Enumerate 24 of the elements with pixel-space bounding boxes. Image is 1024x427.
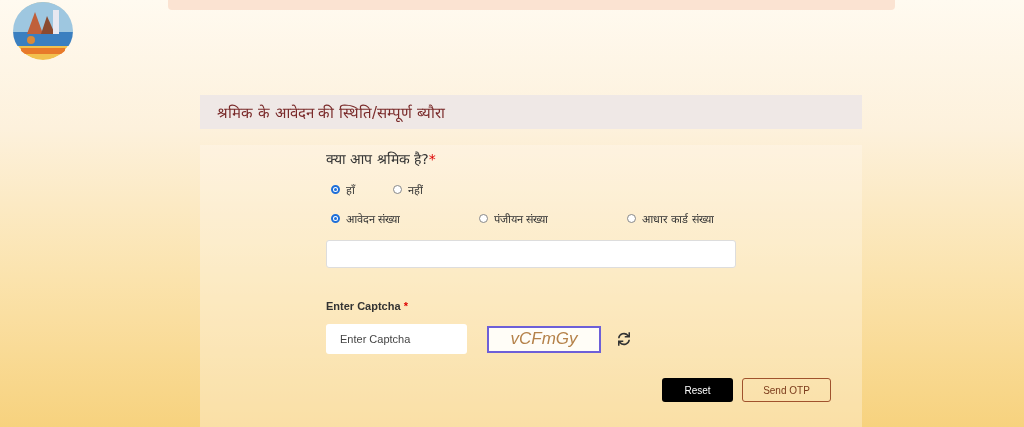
send-otp-button[interactable]: Send OTP <box>742 378 831 402</box>
radio-button[interactable] <box>479 214 488 223</box>
radio-label: नहीं <box>408 183 423 197</box>
section-title: श्रमिक के आवेदन की स्थिति/सम्पूर्ण ब्यौरा <box>200 95 862 129</box>
input-field[interactable] <box>326 240 736 268</box>
question-label: क्या आप श्रमिक है?* <box>326 150 437 168</box>
reset-button[interactable]: Reset <box>662 378 733 402</box>
radio-label: हाँ <box>346 183 355 197</box>
radio-label: आवेदन संख्या <box>346 212 401 226</box>
radio-button[interactable] <box>393 185 402 194</box>
radio-label: पंजीयन संख्या <box>494 212 549 226</box>
radio-option[interactable]: हाँ <box>331 182 393 197</box>
radio-option[interactable]: आवेदन संख्या <box>331 211 479 226</box>
radio-button[interactable] <box>627 214 636 223</box>
radio-option[interactable]: आधार कार्ड संख्या <box>627 211 775 226</box>
radio-option[interactable]: नहीं <box>393 182 473 197</box>
captcha-field[interactable]: Enter Captcha <box>326 324 467 354</box>
refresh-icon[interactable] <box>615 330 633 348</box>
captcha-image: vCFmGy <box>487 325 601 353</box>
radio-button[interactable] <box>331 214 340 223</box>
radio-button[interactable] <box>331 185 340 194</box>
radio-label: आधार कार्ड संख्या <box>642 212 714 226</box>
radio-option[interactable]: पंजीयन संख्या <box>479 211 627 226</box>
captcha-label: Enter Captcha * <box>326 300 409 312</box>
